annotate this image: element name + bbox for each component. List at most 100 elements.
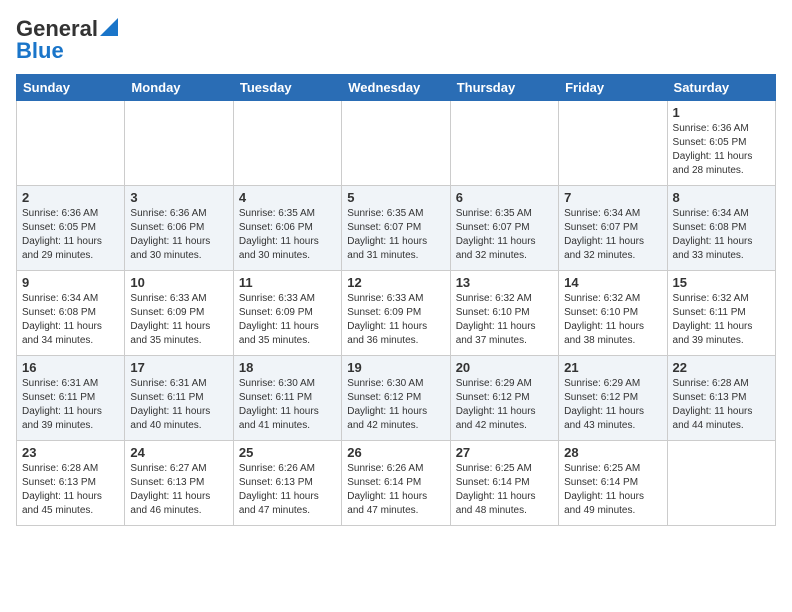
day-number: 17 <box>130 360 227 375</box>
day-info: Sunrise: 6:31 AM Sunset: 6:11 PM Dayligh… <box>22 377 119 433</box>
day-info: Sunrise: 6:33 AM Sunset: 6:09 PM Dayligh… <box>239 292 336 348</box>
day-number: 8 <box>673 190 770 205</box>
logo-blue-text: Blue <box>16 38 64 64</box>
day-info: Sunrise: 6:25 AM Sunset: 6:14 PM Dayligh… <box>456 462 553 518</box>
day-info: Sunrise: 6:31 AM Sunset: 6:11 PM Dayligh… <box>130 377 227 433</box>
weekday-header-tuesday: Tuesday <box>233 75 341 101</box>
weekday-header-friday: Friday <box>559 75 667 101</box>
weekday-header-saturday: Saturday <box>667 75 775 101</box>
calendar-cell: 14Sunrise: 6:32 AM Sunset: 6:10 PM Dayli… <box>559 271 667 356</box>
calendar-cell: 21Sunrise: 6:29 AM Sunset: 6:12 PM Dayli… <box>559 356 667 441</box>
calendar-cell: 5 Sunrise: 6:35 AM Sunset: 6:07 PM Daylig… <box>342 186 450 271</box>
weekday-header-monday: Monday <box>125 75 233 101</box>
day-info: Sunrise: 6:32 AM Sunset: 6:10 PM Dayligh… <box>456 292 553 348</box>
day-number: 21 <box>564 360 661 375</box>
day-info: Sunrise: 6:28 AM Sunset: 6:13 PM Dayligh… <box>673 377 770 433</box>
calendar-cell: 4 Sunrise: 6:35 AM Sunset: 6:06 PM Daylig… <box>233 186 341 271</box>
day-info: Sunrise: 6:33 AM Sunset: 6:09 PM Dayligh… <box>130 292 227 348</box>
day-number: 12 <box>347 275 444 290</box>
calendar-cell <box>559 101 667 186</box>
day-info: Sunrise: 6:35 AM Sunset: 6:07 PM Dayligh… <box>456 207 553 263</box>
logo: General Blue <box>16 16 118 64</box>
day-info: Sunrise: 6:29 AM Sunset: 6:12 PM Dayligh… <box>456 377 553 433</box>
day-number: 1 <box>673 105 770 120</box>
calendar-cell <box>233 101 341 186</box>
weekday-header-row: SundayMondayTuesdayWednesdayThursdayFrid… <box>17 75 776 101</box>
day-number: 6 <box>456 190 553 205</box>
day-info: Sunrise: 6:36 AM Sunset: 6:05 PM Dayligh… <box>22 207 119 263</box>
calendar-cell: 16 Sunrise: 6:31 AM Sunset: 6:11 PM Dayli… <box>17 356 125 441</box>
day-info: Sunrise: 6:30 AM Sunset: 6:12 PM Dayligh… <box>347 377 444 433</box>
day-number: 22 <box>673 360 770 375</box>
calendar-cell <box>125 101 233 186</box>
day-number: 26 <box>347 445 444 460</box>
calendar-cell: 12 Sunrise: 6:33 AM Sunset: 6:09 PM Dayli… <box>342 271 450 356</box>
calendar-cell: 26 Sunrise: 6:26 AM Sunset: 6:14 PM Dayli… <box>342 441 450 526</box>
day-number: 19 <box>347 360 444 375</box>
day-info: Sunrise: 6:26 AM Sunset: 6:13 PM Dayligh… <box>239 462 336 518</box>
day-number: 24 <box>130 445 227 460</box>
day-info: Sunrise: 6:33 AM Sunset: 6:09 PM Dayligh… <box>347 292 444 348</box>
calendar-cell <box>342 101 450 186</box>
day-number: 27 <box>456 445 553 460</box>
day-number: 18 <box>239 360 336 375</box>
weekday-header-sunday: Sunday <box>17 75 125 101</box>
day-number: 3 <box>130 190 227 205</box>
calendar-cell: 24Sunrise: 6:27 AM Sunset: 6:13 PM Dayli… <box>125 441 233 526</box>
calendar-cell: 28 Sunrise: 6:25 AM Sunset: 6:14 PM Dayli… <box>559 441 667 526</box>
calendar-cell: 13 Sunrise: 6:32 AM Sunset: 6:10 PM Dayli… <box>450 271 558 356</box>
calendar-cell: 1 Sunrise: 6:36 AM Sunset: 6:05 PM Daylig… <box>667 101 775 186</box>
weekday-header-thursday: Thursday <box>450 75 558 101</box>
day-number: 25 <box>239 445 336 460</box>
day-number: 7 <box>564 190 661 205</box>
day-number: 10 <box>130 275 227 290</box>
calendar-cell: 8 Sunrise: 6:34 AM Sunset: 6:08 PM Daylig… <box>667 186 775 271</box>
day-number: 20 <box>456 360 553 375</box>
day-number: 11 <box>239 275 336 290</box>
day-info: Sunrise: 6:25 AM Sunset: 6:14 PM Dayligh… <box>564 462 661 518</box>
calendar-week-row: 16 Sunrise: 6:31 AM Sunset: 6:11 PM Dayli… <box>17 356 776 441</box>
page-header: General Blue <box>16 16 776 64</box>
day-number: 16 <box>22 360 119 375</box>
calendar-week-row: 2 Sunrise: 6:36 AM Sunset: 6:05 PM Daylig… <box>17 186 776 271</box>
calendar-cell: 20 Sunrise: 6:29 AM Sunset: 6:12 PM Dayli… <box>450 356 558 441</box>
day-info: Sunrise: 6:36 AM Sunset: 6:05 PM Dayligh… <box>673 122 770 178</box>
calendar-cell: 2 Sunrise: 6:36 AM Sunset: 6:05 PM Daylig… <box>17 186 125 271</box>
calendar-cell: 23 Sunrise: 6:28 AM Sunset: 6:13 PM Dayli… <box>17 441 125 526</box>
calendar-cell <box>17 101 125 186</box>
day-number: 23 <box>22 445 119 460</box>
logo-triangle-icon <box>100 18 118 36</box>
day-info: Sunrise: 6:26 AM Sunset: 6:14 PM Dayligh… <box>347 462 444 518</box>
calendar-week-row: 23 Sunrise: 6:28 AM Sunset: 6:13 PM Dayli… <box>17 441 776 526</box>
calendar-cell: 17 Sunrise: 6:31 AM Sunset: 6:11 PM Dayli… <box>125 356 233 441</box>
day-number: 28 <box>564 445 661 460</box>
day-info: Sunrise: 6:28 AM Sunset: 6:13 PM Dayligh… <box>22 462 119 518</box>
weekday-header-wednesday: Wednesday <box>342 75 450 101</box>
calendar-cell: 15 Sunrise: 6:32 AM Sunset: 6:11 PM Dayli… <box>667 271 775 356</box>
day-info: Sunrise: 6:34 AM Sunset: 6:08 PM Dayligh… <box>22 292 119 348</box>
calendar-cell: 7 Sunrise: 6:34 AM Sunset: 6:07 PM Daylig… <box>559 186 667 271</box>
calendar-week-row: 9Sunrise: 6:34 AM Sunset: 6:08 PM Daylig… <box>17 271 776 356</box>
day-number: 15 <box>673 275 770 290</box>
calendar-cell: 11 Sunrise: 6:33 AM Sunset: 6:09 PM Dayli… <box>233 271 341 356</box>
day-info: Sunrise: 6:32 AM Sunset: 6:11 PM Dayligh… <box>673 292 770 348</box>
day-number: 13 <box>456 275 553 290</box>
calendar-cell: 19 Sunrise: 6:30 AM Sunset: 6:12 PM Dayli… <box>342 356 450 441</box>
day-info: Sunrise: 6:34 AM Sunset: 6:08 PM Dayligh… <box>673 207 770 263</box>
day-info: Sunrise: 6:35 AM Sunset: 6:07 PM Dayligh… <box>347 207 444 263</box>
calendar-cell: 18 Sunrise: 6:30 AM Sunset: 6:11 PM Dayli… <box>233 356 341 441</box>
calendar-cell: 25 Sunrise: 6:26 AM Sunset: 6:13 PM Dayli… <box>233 441 341 526</box>
calendar-cell: 6 Sunrise: 6:35 AM Sunset: 6:07 PM Daylig… <box>450 186 558 271</box>
day-info: Sunrise: 6:35 AM Sunset: 6:06 PM Dayligh… <box>239 207 336 263</box>
day-info: Sunrise: 6:30 AM Sunset: 6:11 PM Dayligh… <box>239 377 336 433</box>
day-info: Sunrise: 6:32 AM Sunset: 6:10 PM Dayligh… <box>564 292 661 348</box>
day-number: 4 <box>239 190 336 205</box>
calendar-cell: 10 Sunrise: 6:33 AM Sunset: 6:09 PM Dayli… <box>125 271 233 356</box>
calendar-table: SundayMondayTuesdayWednesdayThursdayFrid… <box>16 74 776 526</box>
day-info: Sunrise: 6:36 AM Sunset: 6:06 PM Dayligh… <box>130 207 227 263</box>
calendar-cell: 27 Sunrise: 6:25 AM Sunset: 6:14 PM Dayli… <box>450 441 558 526</box>
calendar-cell <box>450 101 558 186</box>
day-number: 2 <box>22 190 119 205</box>
day-info: Sunrise: 6:34 AM Sunset: 6:07 PM Dayligh… <box>564 207 661 263</box>
day-number: 5 <box>347 190 444 205</box>
